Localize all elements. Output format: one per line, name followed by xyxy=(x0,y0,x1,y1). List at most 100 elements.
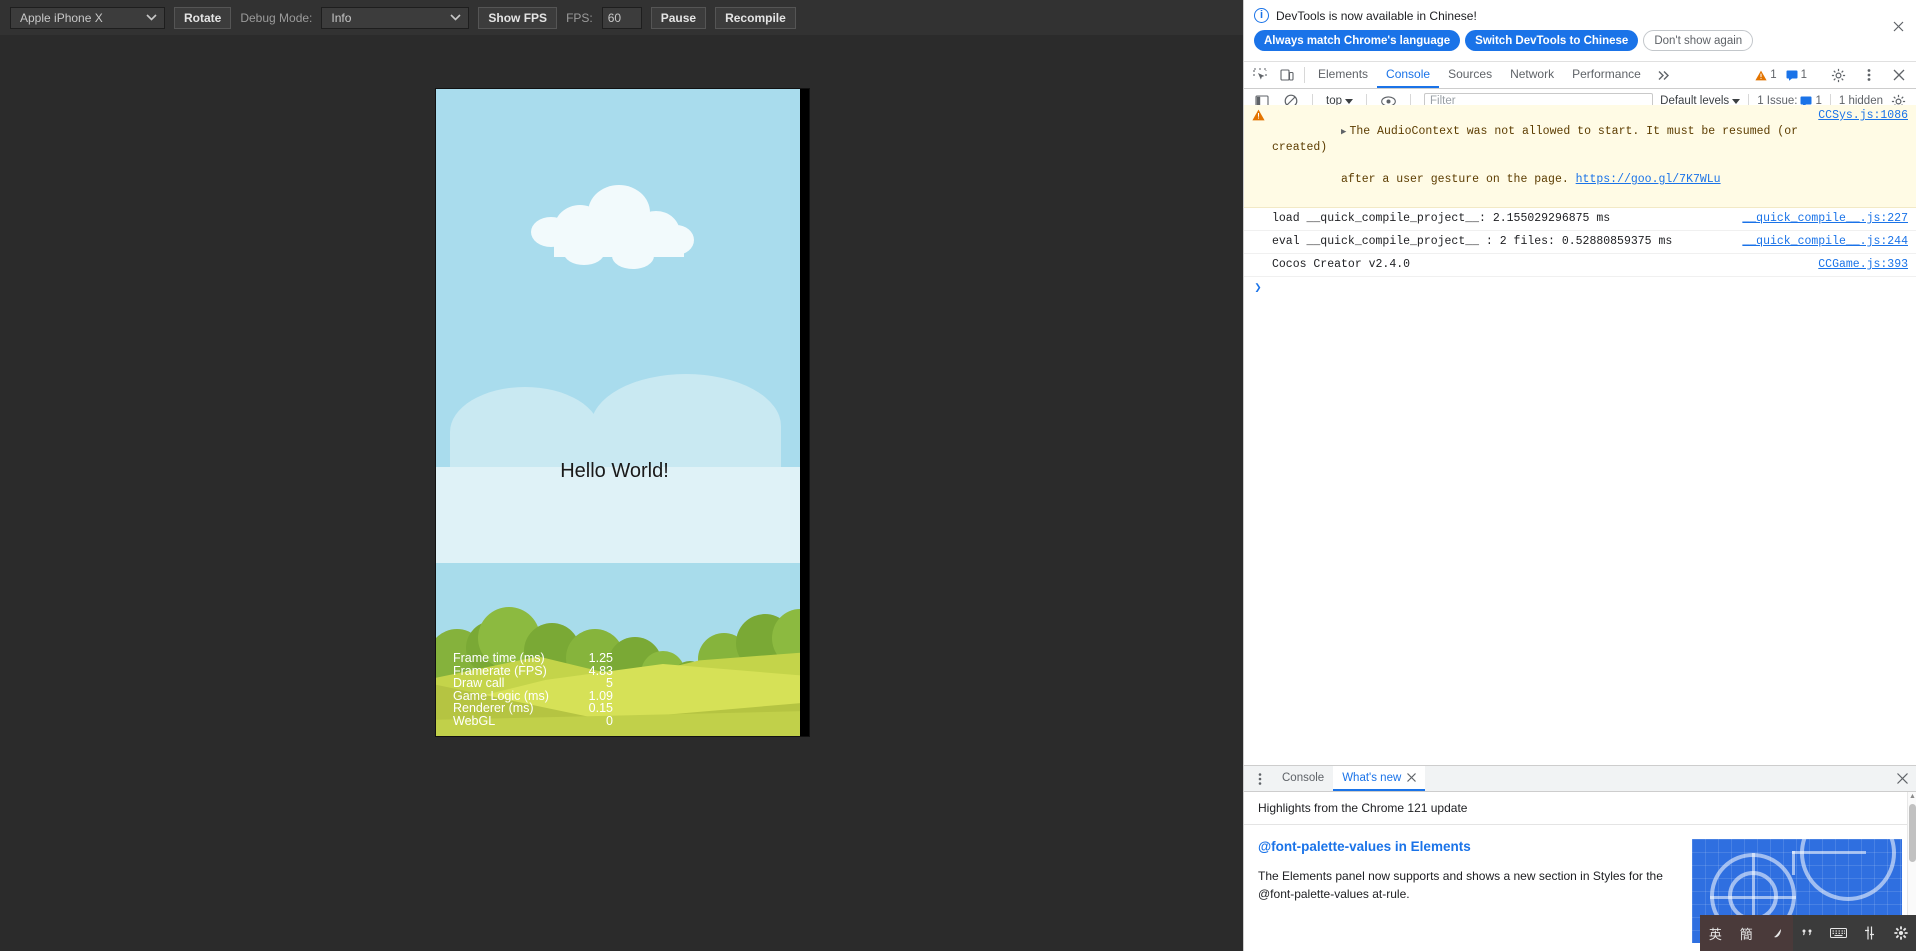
tab-performance[interactable]: Performance xyxy=(1563,62,1650,88)
drawer-tab-whats-new-label: What's new xyxy=(1342,771,1402,784)
ime-punctuation-icon[interactable] xyxy=(1793,915,1824,951)
dont-show-again-button[interactable]: Don't show again xyxy=(1643,30,1754,51)
kebab-menu-icon[interactable] xyxy=(1855,68,1882,82)
device-toggle-icon[interactable] xyxy=(1273,62,1300,88)
console-message-log[interactable]: Cocos Creator v2.4.0 CCGame.js:393 xyxy=(1244,254,1916,277)
rotate-button[interactable]: Rotate xyxy=(174,6,232,29)
console-warning-text-line2: after a user gesture on the page. xyxy=(1341,173,1576,186)
warning-triangle-icon xyxy=(1755,70,1767,81)
hello-world-label: Hello World! xyxy=(560,460,669,482)
console-source-link[interactable]: __quick_compile__.js:227 xyxy=(1742,211,1908,227)
chevron-down-icon xyxy=(449,11,462,24)
tab-console[interactable]: Console xyxy=(1377,62,1440,88)
tab-elements[interactable]: Elements xyxy=(1309,62,1377,88)
console-source-link[interactable]: CCSys.js:1086 xyxy=(1818,108,1908,124)
device-select[interactable]: Apple iPhone X xyxy=(10,6,165,29)
ime-keyboard-icon[interactable] xyxy=(1823,915,1854,951)
drawer-tab-whats-new[interactable]: What's new xyxy=(1333,766,1426,791)
console-source-link[interactable]: __quick_compile__.js:244 xyxy=(1742,234,1908,250)
pause-button[interactable]: Pause xyxy=(650,6,707,29)
profiler-row: Renderer (ms) 0.15 xyxy=(453,702,613,715)
performance-profiler: Frame time (ms) 1.25 Framerate (FPS) 4.8… xyxy=(453,652,613,727)
ime-language-toggle[interactable]: 英 xyxy=(1700,915,1731,951)
chevron-down-icon xyxy=(145,11,158,24)
message-bubble-icon xyxy=(1786,70,1798,81)
chevron-down-icon xyxy=(1345,98,1353,104)
console-input-prompt[interactable]: ❯ xyxy=(1244,277,1916,298)
profiler-key: Frame time (ms) xyxy=(453,651,545,665)
warning-count-chip[interactable]: 1 xyxy=(1752,69,1779,81)
warning-triangle-icon xyxy=(1244,108,1272,121)
console-message-list[interactable]: ▶ The AudioContext was not allowed to sta… xyxy=(1244,105,1916,615)
tab-network[interactable]: Network xyxy=(1501,62,1563,88)
profiler-value: 0 xyxy=(606,713,613,728)
console-message-warning[interactable]: ▶ The AudioContext was not allowed to sta… xyxy=(1244,105,1916,208)
log-gutter xyxy=(1244,257,1272,258)
console-log-text: Cocos Creator v2.4.0 xyxy=(1272,258,1411,271)
inspect-element-icon[interactable] xyxy=(1246,62,1273,88)
close-drawer-icon[interactable] xyxy=(1889,766,1916,791)
close-icon[interactable] xyxy=(1885,69,1912,81)
canvas-letterbox xyxy=(800,89,809,736)
profiler-row: Frame time (ms) 1.25 xyxy=(453,652,613,665)
expand-triangle-icon[interactable]: ▶ xyxy=(1341,127,1346,137)
console-source-link[interactable]: CCGame.js:393 xyxy=(1818,257,1908,273)
whats-new-item-title[interactable]: @font-palette-values in Elements xyxy=(1258,839,1676,854)
switch-devtools-to-chinese-button[interactable]: Switch DevTools to Chinese xyxy=(1465,30,1639,51)
profiler-row: Draw call 5 xyxy=(453,677,613,690)
console-message-log[interactable]: load __quick_compile_project__: 2.155029… xyxy=(1244,208,1916,231)
game-canvas[interactable]: Hello World! Start! Frame time (ms) 1.25… xyxy=(436,89,802,736)
console-log-text: eval __quick_compile_project__ : 2 files… xyxy=(1272,235,1673,248)
fps-label: FPS: xyxy=(566,10,593,25)
log-gutter xyxy=(1244,211,1272,212)
show-fps-button[interactable]: Show FPS xyxy=(478,6,558,29)
profiler-key: Draw call xyxy=(453,676,505,690)
devtools-panel: i DevTools is now available in Chinese! … xyxy=(1243,0,1916,951)
message-count: 1 xyxy=(1800,69,1807,81)
console-warning-text-line1: The AudioContext was not allowed to star… xyxy=(1272,125,1805,154)
profiler-value: 0.15 xyxy=(588,701,613,715)
whats-new-header: Highlights from the Chrome 121 update xyxy=(1244,792,1916,825)
app-root: Apple iPhone X Rotate Debug Mode: Info S… xyxy=(0,0,1916,951)
ime-pen-icon[interactable] xyxy=(1761,915,1793,951)
log-gutter xyxy=(1244,234,1272,235)
simulator-toolbar: Apple iPhone X Rotate Debug Mode: Info S… xyxy=(0,0,1243,36)
debug-mode-select[interactable]: Info xyxy=(321,6,470,29)
message-count-chip[interactable]: 1 xyxy=(1783,69,1810,81)
close-icon[interactable] xyxy=(1407,773,1417,782)
kebab-menu-icon[interactable] xyxy=(1246,766,1273,791)
gear-icon[interactable] xyxy=(1825,68,1852,83)
ime-tools-icon[interactable] xyxy=(1854,915,1885,951)
device-frame: Hello World! Start! Frame time (ms) 1.25… xyxy=(435,88,810,737)
console-message-log[interactable]: eval __quick_compile_project__ : 2 files… xyxy=(1244,231,1916,254)
tab-sources[interactable]: Sources xyxy=(1439,62,1501,88)
info-icon: i xyxy=(1254,8,1269,23)
device-select-value: Apple iPhone X xyxy=(20,10,103,25)
chevron-down-icon xyxy=(1732,98,1741,104)
chevrons-right-icon[interactable] xyxy=(1650,62,1677,88)
language-banner-message: DevTools is now available in Chinese! xyxy=(1276,8,1477,23)
profiler-value: 1.25 xyxy=(588,651,613,665)
profiler-key: WebGL xyxy=(453,713,496,728)
profiler-key: Renderer (ms) xyxy=(453,701,534,715)
scrollbar-thumb[interactable] xyxy=(1909,804,1916,862)
console-log-text: load __quick_compile_project__: 2.155029… xyxy=(1272,212,1611,225)
profiler-row: WebGL 0 xyxy=(453,713,613,728)
devtools-tabbar: Elements Console Sources Network Perform… xyxy=(1244,62,1916,89)
profiler-value: 5 xyxy=(606,676,613,690)
whats-new-item-description: The Elements panel now supports and show… xyxy=(1258,869,1663,901)
debug-mode-value: Info xyxy=(331,10,352,25)
warning-count: 1 xyxy=(1770,69,1777,81)
recompile-button[interactable]: Recompile xyxy=(715,6,796,29)
fps-input[interactable] xyxy=(601,6,642,29)
close-icon[interactable] xyxy=(1890,18,1906,34)
language-banner: i DevTools is now available in Chinese! … xyxy=(1244,0,1916,62)
ime-script-toggle[interactable]: 簡 xyxy=(1730,915,1762,951)
toolbar-divider xyxy=(1304,67,1305,83)
drawer-tab-console[interactable]: Console xyxy=(1273,766,1333,791)
debug-mode-label: Debug Mode: xyxy=(240,10,313,25)
ime-settings-icon[interactable] xyxy=(1885,915,1916,951)
drawer-tab-console-label: Console xyxy=(1282,771,1325,784)
console-warning-link[interactable]: https://goo.gl/7K7WLu xyxy=(1576,173,1721,186)
always-match-chrome-language-button[interactable]: Always match Chrome's language xyxy=(1254,30,1461,51)
